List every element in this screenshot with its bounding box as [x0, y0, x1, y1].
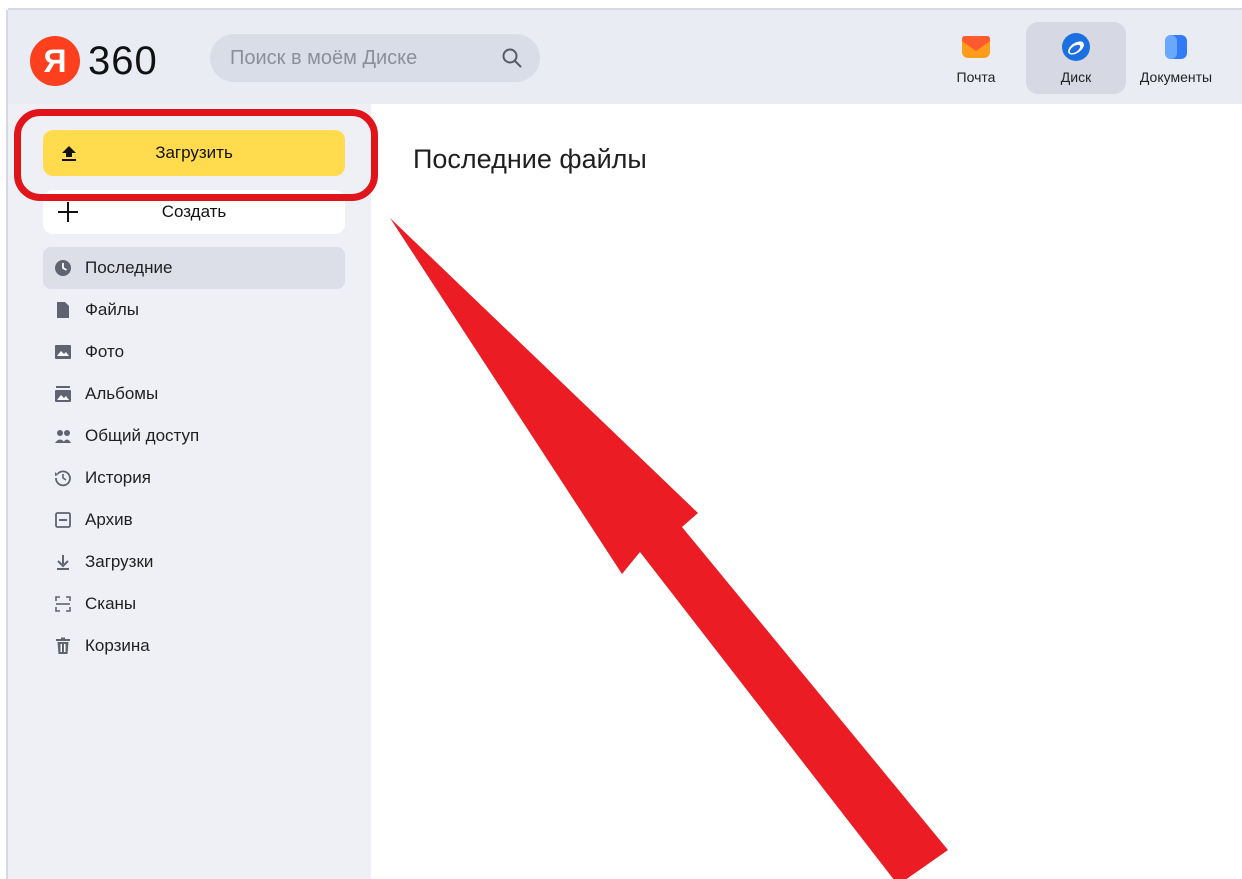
app-switcher: Почта Диск Документы — [926, 22, 1226, 94]
sidebar-item-downloads[interactable]: Загрузки — [43, 541, 345, 583]
archive-icon — [55, 512, 71, 528]
create-button-label: Создать — [161, 202, 227, 221]
sidebar-item-shared[interactable]: Общий доступ — [43, 415, 345, 457]
sidebar-item-scans[interactable]: Сканы — [43, 583, 345, 625]
sidebar-item-label: Файлы — [85, 300, 140, 319]
albums-icon — [55, 386, 71, 402]
shared-icon — [55, 430, 71, 443]
app-mail[interactable]: Почта — [926, 22, 1026, 94]
downloads-icon — [57, 555, 69, 570]
clock-icon — [55, 260, 71, 276]
disk-icon — [1062, 33, 1090, 61]
logo-ya-icon: Я — [30, 36, 80, 86]
sidebar-item-label: Общий доступ — [85, 426, 200, 445]
history-icon — [55, 470, 71, 487]
sidebar-item-label: Корзина — [85, 636, 150, 655]
app-mail-label: Почта — [956, 69, 996, 85]
sidebar-item-photo[interactable]: Фото — [43, 331, 345, 373]
sidebar-item-history[interactable]: История — [43, 457, 345, 499]
app-disk[interactable]: Диск — [1026, 22, 1126, 94]
window-top — [0, 0, 1242, 10]
sidebar-item-label: Сканы — [85, 594, 137, 613]
sidebar-item-archive[interactable]: Архив — [43, 499, 345, 541]
app-disk-label: Диск — [1060, 69, 1092, 85]
sidebar-item-label: История — [85, 468, 151, 487]
sidebar-item-recent[interactable]: Последние — [43, 247, 345, 289]
sidebar-item-files[interactable]: Файлы — [43, 289, 345, 331]
search-box[interactable] — [210, 34, 540, 82]
sidebar-item-label: Архив — [85, 510, 133, 529]
yandex-360-logo[interactable]: Я 360 — [30, 35, 158, 87]
sidebar-item-albums[interactable]: Альбомы — [43, 373, 345, 415]
sidebar-item-label: Загрузки — [85, 552, 154, 571]
app-documents-label: Документы — [1139, 69, 1213, 85]
logo-text: 360 — [88, 38, 158, 83]
scan-icon — [55, 596, 71, 612]
sidebar-item-label: Альбомы — [85, 384, 159, 403]
documents-icon — [1165, 35, 1187, 59]
sidebar-item-label: Последние — [85, 258, 173, 277]
content-area — [371, 104, 1242, 879]
sidebar-item-trash[interactable]: Корзина — [43, 625, 345, 667]
search-input[interactable] — [228, 45, 492, 71]
search-icon[interactable] — [500, 46, 524, 70]
photo-icon — [55, 345, 71, 359]
mail-icon — [962, 36, 990, 58]
page-title: Последние файлы — [413, 144, 647, 174]
app-documents[interactable]: Документы — [1126, 22, 1226, 94]
file-icon — [57, 302, 69, 318]
annotation-highlight-ring — [14, 109, 378, 201]
sidebar-nav: Последние Файлы Фото Альбомы Общий досту… — [43, 247, 345, 667]
sidebar-item-label: Фото — [85, 342, 125, 361]
trash-icon — [56, 637, 70, 654]
